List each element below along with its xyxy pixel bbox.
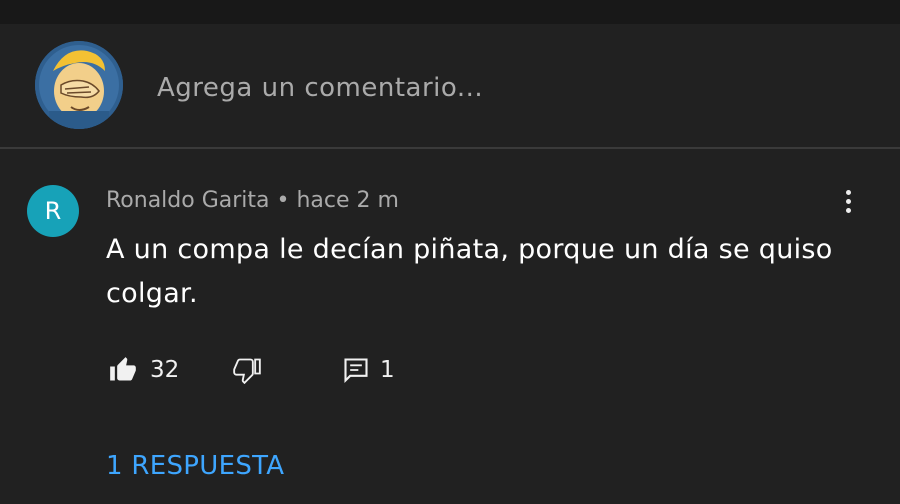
reply-button[interactable]: 1 bbox=[342, 350, 412, 390]
commenter-avatar[interactable]: R bbox=[27, 185, 79, 237]
like-count: 32 bbox=[150, 357, 180, 383]
comment-actions: 32 1 bbox=[106, 350, 506, 390]
more-vert-icon[interactable] bbox=[838, 186, 860, 218]
reply-count: 1 bbox=[380, 357, 395, 383]
thumbs-up-icon bbox=[110, 357, 136, 381]
dislike-button[interactable] bbox=[230, 350, 270, 390]
comment-meta: Ronaldo Garita • hace 2 m bbox=[106, 188, 399, 213]
comment-text: A un compa le decían piñata, porque un d… bbox=[106, 234, 833, 309]
user-avatar-facepalm-icon bbox=[35, 41, 123, 129]
view-replies-link[interactable]: 1 RESPUESTA bbox=[106, 448, 284, 484]
top-bar bbox=[0, 0, 900, 24]
like-button[interactable]: 32 bbox=[106, 350, 186, 390]
section-divider bbox=[0, 147, 900, 149]
current-user-avatar[interactable] bbox=[35, 41, 123, 129]
add-comment-input[interactable]: Agrega un comentario... bbox=[157, 70, 757, 106]
thumbs-down-icon bbox=[233, 358, 261, 384]
reply-icon bbox=[344, 358, 368, 384]
